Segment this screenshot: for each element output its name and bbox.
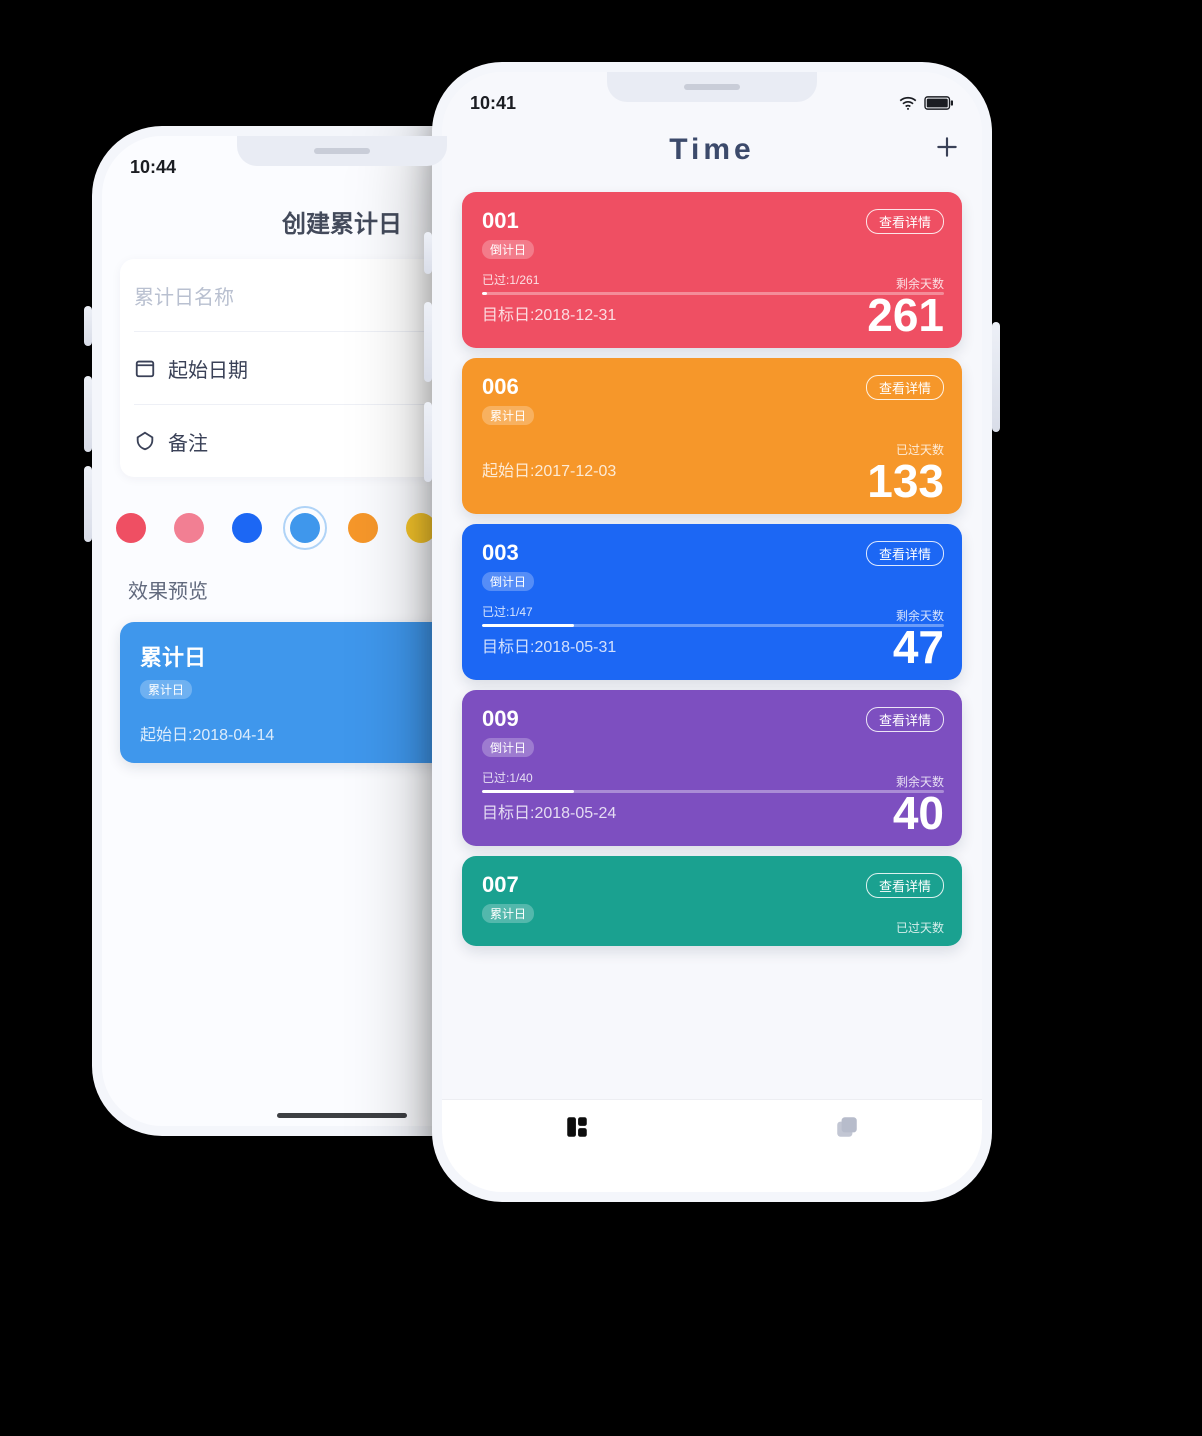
card-tag: 累计日 xyxy=(482,406,534,425)
phone-list: 10:41 xyxy=(432,62,992,1202)
add-button[interactable] xyxy=(934,134,960,166)
color-swatch-red[interactable] xyxy=(116,513,146,543)
status-time: 10:41 xyxy=(470,93,516,114)
card-tag: 倒计日 xyxy=(482,738,534,757)
card-tag: 倒计日 xyxy=(482,240,534,259)
card-id: 007 xyxy=(482,872,519,898)
progress-bar xyxy=(482,624,944,627)
device-notch xyxy=(237,136,447,166)
card-id: 001 xyxy=(482,208,519,234)
device-notch xyxy=(607,72,817,102)
detail-button[interactable]: 查看详情 xyxy=(866,541,944,566)
progress-text: 已过:1/47 xyxy=(482,603,944,620)
detail-button[interactable]: 查看详情 xyxy=(866,707,944,732)
tab-stack[interactable] xyxy=(834,1114,860,1145)
count-value: 133 xyxy=(867,458,944,504)
card-tag: 倒计日 xyxy=(482,572,534,591)
color-swatch-sky[interactable] xyxy=(290,513,320,543)
color-swatch-blue[interactable] xyxy=(232,513,262,543)
card-009[interactable]: 009查看详情倒计日已过:1/40目标日:2018-05-24剩余天数40 xyxy=(462,690,962,846)
app-header: Time xyxy=(442,120,982,180)
tab-bar xyxy=(442,1100,982,1192)
progress-bar xyxy=(482,790,944,793)
card-dateline: 目标日:2018-05-31 xyxy=(482,633,944,657)
calendar-icon xyxy=(134,357,156,379)
preview-card-tag: 累计日 xyxy=(140,680,192,699)
detail-button[interactable]: 查看详情 xyxy=(866,375,944,400)
card-007[interactable]: 007 查看详情累计日已过天数 xyxy=(462,856,962,946)
tab-grid[interactable] xyxy=(564,1114,590,1145)
note-icon xyxy=(134,430,156,452)
card-id: 009 xyxy=(482,706,519,732)
count-value: 261 xyxy=(867,292,944,338)
detail-button[interactable]: 查看详情 xyxy=(866,873,944,898)
count-value: 40 xyxy=(893,790,944,836)
app-title: Time xyxy=(669,133,754,167)
card-006[interactable]: 006查看详情累计日起始日:2017-12-03已过天数133 xyxy=(462,358,962,514)
card-001[interactable]: 001查看详情倒计日已过:1/261目标日:2018-12-31剩余天数261 xyxy=(462,192,962,348)
card-id: 003 xyxy=(482,540,519,566)
start-date-label: 起始日期 xyxy=(168,354,248,383)
progress-text: 已过:1/40 xyxy=(482,769,944,786)
color-swatch-orange[interactable] xyxy=(348,513,378,543)
card-tag: 累计日 xyxy=(482,904,534,923)
count-label: 已过天数 xyxy=(896,919,944,936)
count-value: 47 xyxy=(893,624,944,670)
card-003[interactable]: 003查看详情倒计日已过:1/47目标日:2018-05-31剩余天数47 xyxy=(462,524,962,680)
color-swatch-pink[interactable] xyxy=(174,513,204,543)
wifi-icon xyxy=(898,96,918,110)
detail-button[interactable]: 查看详情 xyxy=(866,209,944,234)
card-list: 001查看详情倒计日已过:1/261目标日:2018-12-31剩余天数2610… xyxy=(442,180,982,1192)
battery-icon xyxy=(924,96,954,110)
name-placeholder: 累计日名称 xyxy=(134,281,234,310)
home-indicator xyxy=(277,1113,407,1118)
note-label: 备注 xyxy=(168,427,208,456)
status-time: 10:44 xyxy=(130,157,176,178)
card-id: 006 xyxy=(482,374,519,400)
card-dateline: 目标日:2018-05-24 xyxy=(482,799,944,823)
